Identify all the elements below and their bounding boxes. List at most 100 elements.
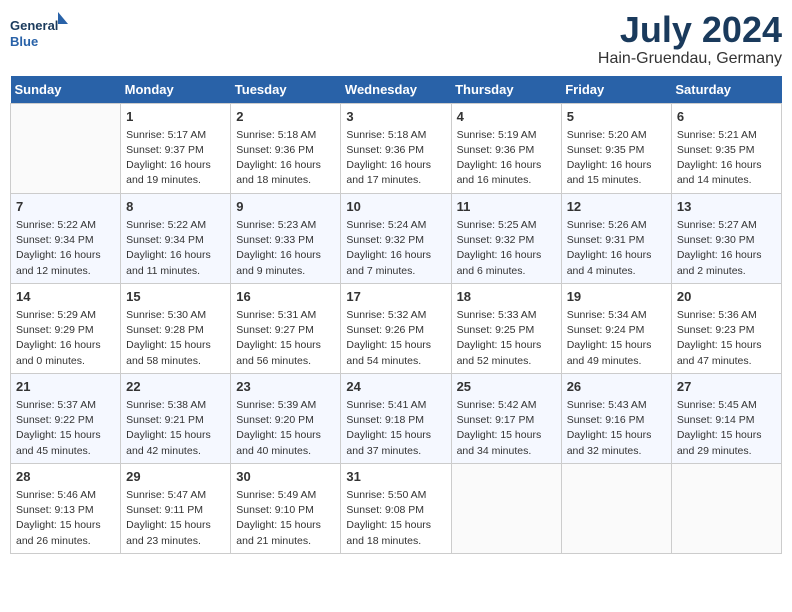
day-number: 9 xyxy=(236,198,335,216)
week-row-1: 1 Sunrise: 5:17 AM Sunset: 9:37 PM Daylig… xyxy=(11,103,782,193)
day-info: Sunrise: 5:29 AM Sunset: 9:29 PM Dayligh… xyxy=(16,308,115,369)
calendar-cell: 4 Sunrise: 5:19 AM Sunset: 9:36 PM Daylig… xyxy=(451,103,561,193)
day-number: 2 xyxy=(236,108,335,126)
day-info: Sunrise: 5:34 AM Sunset: 9:24 PM Dayligh… xyxy=(567,308,666,369)
day-info: Sunrise: 5:25 AM Sunset: 9:32 PM Dayligh… xyxy=(457,218,556,279)
day-number: 18 xyxy=(457,288,556,306)
location: Hain-Gruendau, Germany xyxy=(598,50,782,68)
day-info: Sunrise: 5:22 AM Sunset: 9:34 PM Dayligh… xyxy=(16,218,115,279)
day-info: Sunrise: 5:30 AM Sunset: 9:28 PM Dayligh… xyxy=(126,308,225,369)
calendar-cell: 22Sunrise: 5:38 AM Sunset: 9:21 PM Dayli… xyxy=(121,373,231,463)
calendar-cell: 30 Sunrise: 5:49 AM Sunset: 9:10 PM Dayli… xyxy=(231,463,341,553)
calendar-cell: 11 Sunrise: 5:25 AM Sunset: 9:32 PM Dayli… xyxy=(451,193,561,283)
day-number: 26 xyxy=(567,378,666,396)
page-header: General Blue July 2024 Hain-Gruendau, Ge… xyxy=(10,10,782,68)
day-info: Sunrise: 5:37 AM Sunset: 9:22 PM Dayligh… xyxy=(16,398,115,459)
day-number: 24 xyxy=(346,378,445,396)
day-info: Sunrise: 5:23 AM Sunset: 9:33 PM Dayligh… xyxy=(236,218,335,279)
title-block: July 2024 Hain-Gruendau, Germany xyxy=(598,10,782,68)
calendar-cell xyxy=(671,463,781,553)
weekday-header-tuesday: Tuesday xyxy=(231,76,341,104)
calendar-cell: 23Sunrise: 5:39 AM Sunset: 9:20 PM Dayli… xyxy=(231,373,341,463)
calendar-cell: 10Sunrise: 5:24 AM Sunset: 9:32 PM Dayli… xyxy=(341,193,451,283)
calendar-cell: 14 Sunrise: 5:29 AM Sunset: 9:29 PM Dayli… xyxy=(11,283,121,373)
calendar-cell xyxy=(561,463,671,553)
day-number: 14 xyxy=(16,288,115,306)
day-number: 13 xyxy=(677,198,776,216)
weekday-header-thursday: Thursday xyxy=(451,76,561,104)
calendar-cell xyxy=(451,463,561,553)
weekday-header-sunday: Sunday xyxy=(11,76,121,104)
day-info: Sunrise: 5:50 AM Sunset: 9:08 PM Dayligh… xyxy=(346,488,445,549)
calendar-cell: 6Sunrise: 5:21 AM Sunset: 9:35 PM Daylig… xyxy=(671,103,781,193)
day-number: 1 xyxy=(126,108,225,126)
svg-text:Blue: Blue xyxy=(10,34,38,49)
calendar-table: SundayMondayTuesdayWednesdayThursdayFrid… xyxy=(10,76,782,554)
calendar-cell: 21 Sunrise: 5:37 AM Sunset: 9:22 PM Dayli… xyxy=(11,373,121,463)
day-info: Sunrise: 5:49 AM Sunset: 9:10 PM Dayligh… xyxy=(236,488,335,549)
day-number: 8 xyxy=(126,198,225,216)
week-row-4: 21 Sunrise: 5:37 AM Sunset: 9:22 PM Dayli… xyxy=(11,373,782,463)
day-info: Sunrise: 5:38 AM Sunset: 9:21 PM Dayligh… xyxy=(126,398,225,459)
weekday-header-friday: Friday xyxy=(561,76,671,104)
day-number: 21 xyxy=(16,378,115,396)
weekday-header-row: SundayMondayTuesdayWednesdayThursdayFrid… xyxy=(11,76,782,104)
day-number: 16 xyxy=(236,288,335,306)
calendar-cell: 8 Sunrise: 5:22 AM Sunset: 9:34 PM Daylig… xyxy=(121,193,231,283)
day-info: Sunrise: 5:42 AM Sunset: 9:17 PM Dayligh… xyxy=(457,398,556,459)
day-number: 29 xyxy=(126,468,225,486)
day-number: 20 xyxy=(677,288,776,306)
day-number: 6 xyxy=(677,108,776,126)
calendar-cell xyxy=(11,103,121,193)
day-info: Sunrise: 5:41 AM Sunset: 9:18 PM Dayligh… xyxy=(346,398,445,459)
day-number: 28 xyxy=(16,468,115,486)
day-info: Sunrise: 5:20 AM Sunset: 9:35 PM Dayligh… xyxy=(567,128,666,189)
day-number: 7 xyxy=(16,198,115,216)
day-number: 5 xyxy=(567,108,666,126)
calendar-cell: 15Sunrise: 5:30 AM Sunset: 9:28 PM Dayli… xyxy=(121,283,231,373)
day-info: Sunrise: 5:18 AM Sunset: 9:36 PM Dayligh… xyxy=(236,128,335,189)
day-info: Sunrise: 5:26 AM Sunset: 9:31 PM Dayligh… xyxy=(567,218,666,279)
calendar-cell: 19Sunrise: 5:34 AM Sunset: 9:24 PM Dayli… xyxy=(561,283,671,373)
calendar-cell: 25 Sunrise: 5:42 AM Sunset: 9:17 PM Dayli… xyxy=(451,373,561,463)
logo-svg: General Blue xyxy=(10,10,70,55)
day-info: Sunrise: 5:46 AM Sunset: 9:13 PM Dayligh… xyxy=(16,488,115,549)
day-number: 4 xyxy=(457,108,556,126)
week-row-5: 28 Sunrise: 5:46 AM Sunset: 9:13 PM Dayli… xyxy=(11,463,782,553)
calendar-cell: 16 Sunrise: 5:31 AM Sunset: 9:27 PM Dayli… xyxy=(231,283,341,373)
day-info: Sunrise: 5:17 AM Sunset: 9:37 PM Dayligh… xyxy=(126,128,225,189)
day-info: Sunrise: 5:22 AM Sunset: 9:34 PM Dayligh… xyxy=(126,218,225,279)
calendar-cell: 13Sunrise: 5:27 AM Sunset: 9:30 PM Dayli… xyxy=(671,193,781,283)
calendar-cell: 12 Sunrise: 5:26 AM Sunset: 9:31 PM Dayli… xyxy=(561,193,671,283)
calendar-cell: 17Sunrise: 5:32 AM Sunset: 9:26 PM Dayli… xyxy=(341,283,451,373)
weekday-header-saturday: Saturday xyxy=(671,76,781,104)
calendar-cell: 29 Sunrise: 5:47 AM Sunset: 9:11 PM Dayli… xyxy=(121,463,231,553)
week-row-2: 7 Sunrise: 5:22 AM Sunset: 9:34 PM Daylig… xyxy=(11,193,782,283)
weekday-header-wednesday: Wednesday xyxy=(341,76,451,104)
day-info: Sunrise: 5:47 AM Sunset: 9:11 PM Dayligh… xyxy=(126,488,225,549)
calendar-cell: 18 Sunrise: 5:33 AM Sunset: 9:25 PM Dayli… xyxy=(451,283,561,373)
calendar-cell: 20 Sunrise: 5:36 AM Sunset: 9:23 PM Dayli… xyxy=(671,283,781,373)
day-number: 10 xyxy=(346,198,445,216)
day-number: 30 xyxy=(236,468,335,486)
day-number: 27 xyxy=(677,378,776,396)
day-info: Sunrise: 5:45 AM Sunset: 9:14 PM Dayligh… xyxy=(677,398,776,459)
day-info: Sunrise: 5:39 AM Sunset: 9:20 PM Dayligh… xyxy=(236,398,335,459)
day-info: Sunrise: 5:36 AM Sunset: 9:23 PM Dayligh… xyxy=(677,308,776,369)
svg-text:General: General xyxy=(10,18,58,33)
day-number: 11 xyxy=(457,198,556,216)
day-info: Sunrise: 5:43 AM Sunset: 9:16 PM Dayligh… xyxy=(567,398,666,459)
weekday-header-monday: Monday xyxy=(121,76,231,104)
calendar-cell: 2 Sunrise: 5:18 AM Sunset: 9:36 PM Daylig… xyxy=(231,103,341,193)
day-number: 12 xyxy=(567,198,666,216)
calendar-cell: 24 Sunrise: 5:41 AM Sunset: 9:18 PM Dayli… xyxy=(341,373,451,463)
calendar-cell: 28 Sunrise: 5:46 AM Sunset: 9:13 PM Dayli… xyxy=(11,463,121,553)
day-number: 25 xyxy=(457,378,556,396)
calendar-cell: 7 Sunrise: 5:22 AM Sunset: 9:34 PM Daylig… xyxy=(11,193,121,283)
day-number: 31 xyxy=(346,468,445,486)
day-info: Sunrise: 5:19 AM Sunset: 9:36 PM Dayligh… xyxy=(457,128,556,189)
day-info: Sunrise: 5:31 AM Sunset: 9:27 PM Dayligh… xyxy=(236,308,335,369)
day-info: Sunrise: 5:18 AM Sunset: 9:36 PM Dayligh… xyxy=(346,128,445,189)
day-info: Sunrise: 5:33 AM Sunset: 9:25 PM Dayligh… xyxy=(457,308,556,369)
week-row-3: 14 Sunrise: 5:29 AM Sunset: 9:29 PM Dayli… xyxy=(11,283,782,373)
